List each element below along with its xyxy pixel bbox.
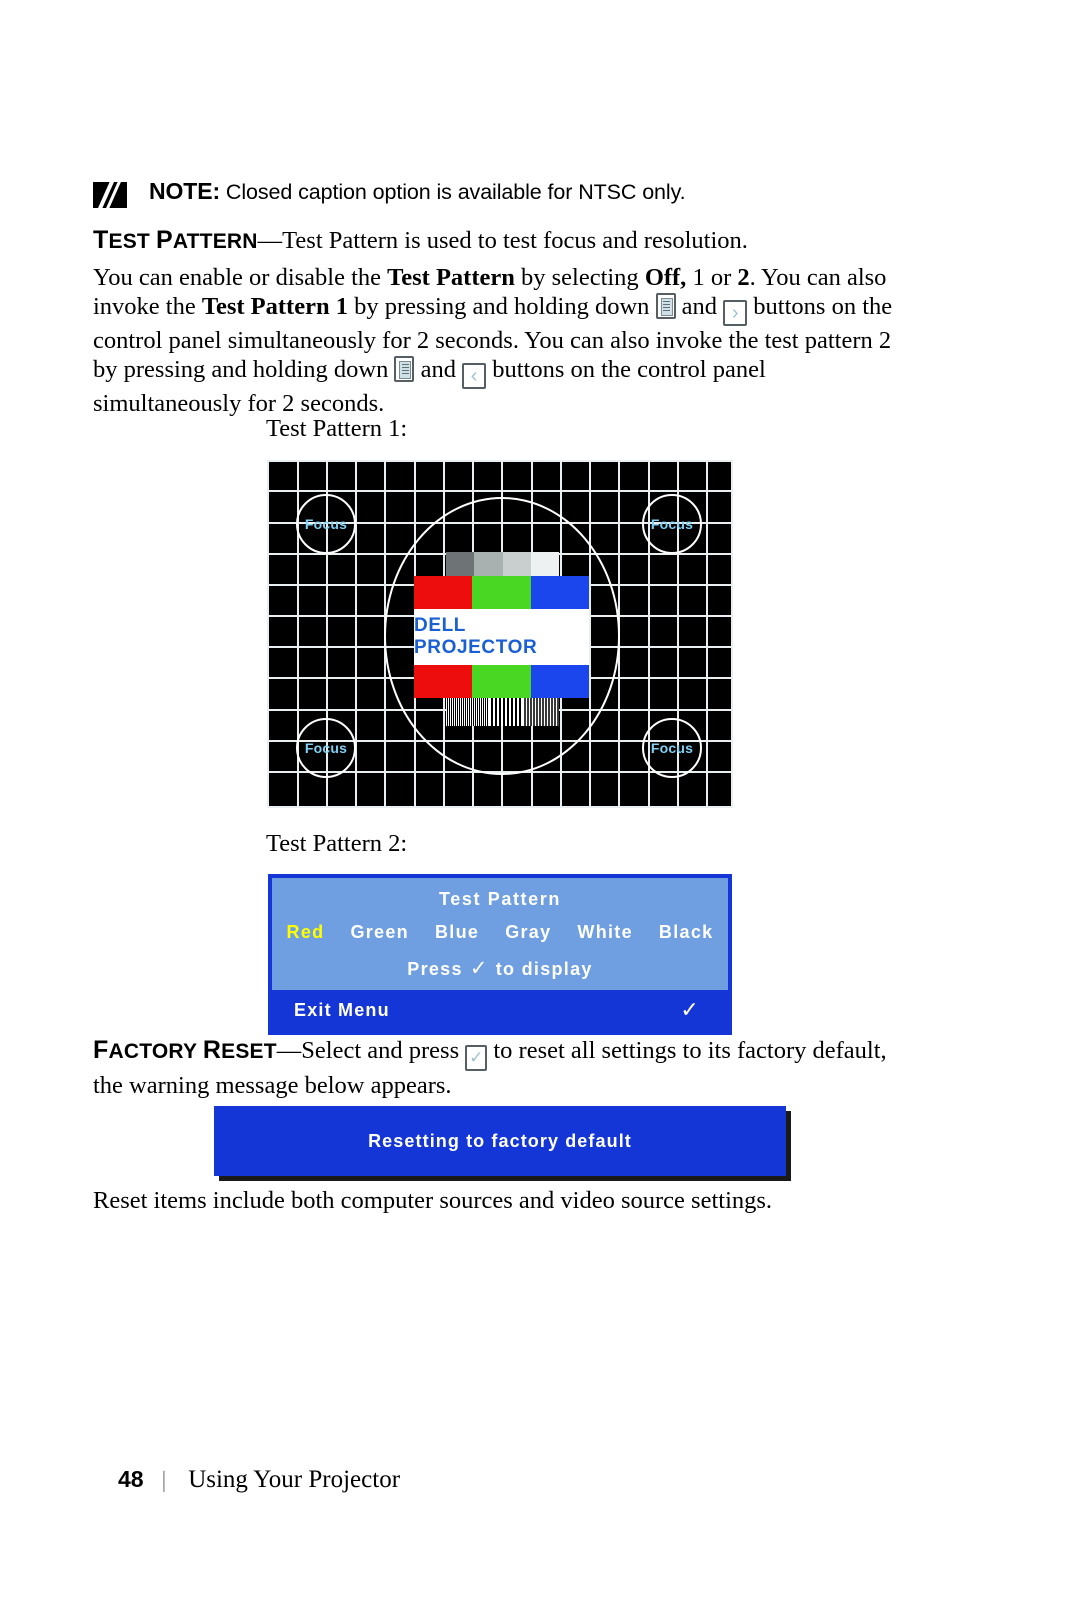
test-pattern-term: TEST PATTERN (93, 226, 258, 254)
term-rest-actory: ACTORY (108, 1040, 203, 1063)
para-bold-test-pattern-1: Test Pattern 1 (201, 293, 348, 320)
focus-circle-top-left: Focus (296, 494, 356, 554)
resolution-bars (446, 698, 559, 726)
note-pencil-icon (93, 180, 127, 210)
brand-label: DELL PROJECTOR (414, 609, 589, 665)
focus-circle-bottom-right: Focus (642, 718, 702, 778)
test-pattern-definition: —Test Pattern is used to test focus and … (257, 227, 748, 254)
para-seg-8: and (414, 356, 463, 383)
osd-exit-label: Exit Menu (294, 999, 390, 1020)
note-callout: NOTE: Closed caption option is available… (93, 178, 913, 210)
term-rest-eset: ESET (221, 1040, 277, 1063)
osd-option-gray[interactable]: Gray (505, 922, 551, 943)
focus-circle-top-right: Focus (642, 494, 702, 554)
osd-test-pattern-menu: Test Pattern Red Green Blue Gray White B… (268, 874, 732, 1035)
term-rest-attern: ATTERN (172, 230, 258, 253)
term-cap-p: P (155, 226, 173, 254)
note-text: NOTE: Closed caption option is available… (149, 178, 686, 205)
term-cap-r: R (202, 1036, 222, 1064)
osd-option-black[interactable]: Black (659, 922, 714, 943)
para-bold-off: Off, (644, 264, 687, 291)
caption-test-pattern-1: Test Pattern 1: (266, 415, 408, 442)
para-seg-2: by selecting (514, 264, 645, 291)
osd-option-red[interactable]: Red (287, 922, 325, 943)
note-label: NOTE: (149, 178, 221, 204)
focus-circle-bottom-left: Focus (296, 718, 356, 778)
footer-title: Using Your Projector (188, 1466, 401, 1493)
test-pattern-1-image: DELL PROJECTOR Focus Focus Focus Focus (267, 460, 733, 808)
menu-key-icon (655, 293, 676, 319)
factory-reset-paragraph: FACTORY RESET—Select and press ✓ to rese… (93, 1036, 905, 1100)
document-page: NOTE: Closed caption option is available… (0, 0, 1080, 1620)
term-rest-est: EST (108, 230, 156, 253)
para-seg-5: by pressing and holding down (347, 293, 656, 320)
resetting-message-box: Resetting to factory default (214, 1106, 786, 1176)
menu-key-icon-2 (394, 356, 415, 382)
rgb-bar-bottom (414, 665, 589, 698)
rgb-bar-top (414, 576, 589, 609)
check-key-icon: ✓ (465, 1045, 488, 1071)
osd-option-list: Red Green Blue Gray White Black (272, 922, 728, 943)
osd-option-blue[interactable]: Blue (435, 922, 479, 943)
factory-seg-1: —Select and press (276, 1037, 466, 1064)
check-icon-exit: ✓ (680, 997, 700, 1022)
osd-title: Test Pattern (439, 889, 561, 909)
note-body: Closed caption option is available for N… (220, 180, 686, 204)
osd-body: Test Pattern Red Green Blue Gray White B… (272, 878, 728, 990)
check-icon: ✓ (469, 957, 489, 980)
caption-test-pattern-2: Test Pattern 2: (266, 830, 408, 857)
osd-hint-before: Press (407, 959, 463, 979)
reset-items-paragraph: Reset items include both computer source… (93, 1187, 773, 1214)
page-number: 48 (118, 1466, 144, 1492)
footer-separator: | (161, 1467, 167, 1492)
para-seg-1: You can enable or disable the (93, 264, 388, 291)
left-arrow-key-icon: ‹ (462, 363, 487, 389)
para-seg-3: 1 or (686, 264, 738, 291)
para-bold-two: 2 (737, 264, 750, 291)
osd-hint: Press ✓ to display (272, 956, 728, 981)
pattern-center-stack: DELL PROJECTOR (414, 552, 589, 726)
para-bold-test-pattern: Test Pattern (387, 264, 515, 291)
page-footer: 48 | Using Your Projector (118, 1466, 400, 1494)
term-cap-t: T (93, 226, 109, 254)
osd-exit-bar[interactable]: Exit Menu ✓ (272, 990, 728, 1031)
resetting-message-text: Resetting to factory default (368, 1130, 632, 1151)
para-seg-6: and (675, 293, 724, 320)
factory-reset-term: FACTORY RESET (93, 1036, 277, 1064)
osd-option-white[interactable]: White (577, 922, 633, 943)
right-arrow-key-icon: › (723, 300, 748, 326)
osd-option-green[interactable]: Green (350, 922, 409, 943)
grayscale-bar (446, 552, 559, 576)
term-cap-f: F (93, 1036, 109, 1064)
test-pattern-paragraph: You can enable or disable the Test Patte… (93, 263, 905, 418)
osd-hint-after: to display (495, 959, 593, 979)
test-pattern-term-line: TEST PATTERN—Test Pattern is used to tes… (93, 226, 905, 256)
